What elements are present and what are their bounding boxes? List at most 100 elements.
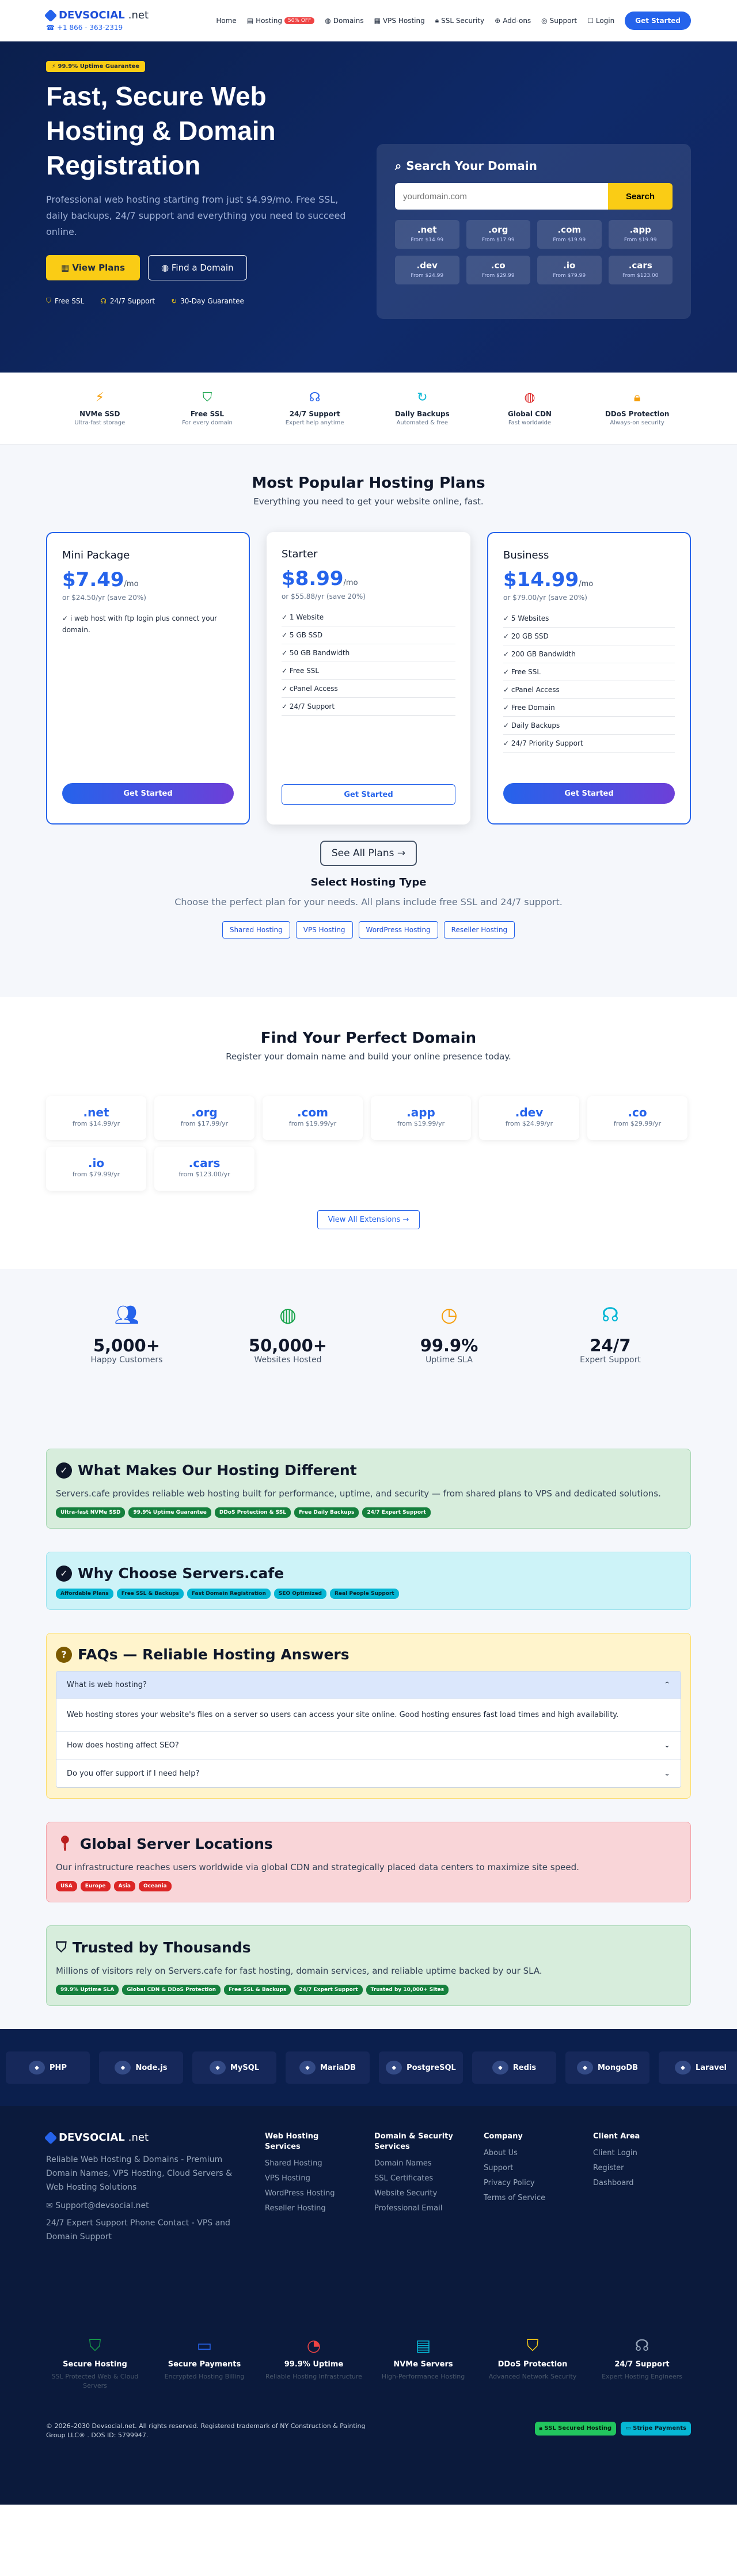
domains-subtitle: Register your domain name and build your…: [226, 1051, 511, 1062]
footer-link[interactable]: SSL Certificates: [374, 2173, 461, 2184]
box-title: ✓ Why Choose Servers.cafe: [56, 1565, 681, 1582]
footer-link[interactable]: VPS Hosting: [265, 2173, 351, 2184]
footer-link[interactable]: Dashboard: [593, 2178, 679, 2189]
extension-cell[interactable]: .net From $14.99: [395, 220, 459, 249]
search-button[interactable]: Search: [608, 183, 673, 210]
view-all-extensions-button[interactable]: View All Extensions →: [317, 1210, 420, 1229]
footer-email[interactable]: ✉ Support@devsocial.net: [46, 2199, 242, 2213]
domain-card[interactable]: .cars from $123.00/yr: [154, 1147, 254, 1191]
footer-link[interactable]: WordPress Hosting: [265, 2188, 351, 2199]
see-all-plans-button[interactable]: See All Plans →: [320, 841, 417, 866]
postgresql-icon: ◆: [386, 2061, 402, 2075]
nav-vps[interactable]: ▦ VPS Hosting: [374, 17, 425, 25]
feature-strip-row: ⚡︎ NVMe SSD Ultra-fast storage ⛉ Free SSL For…: [46, 390, 691, 427]
shield-icon: ⛉: [202, 390, 212, 405]
plan-price: $8.99/mo: [282, 567, 455, 590]
extension-name: .dev: [416, 260, 438, 271]
nav-label: Support: [549, 16, 578, 25]
domain-cards: .net from $14.99/yr .org from $17.99/yr .com…: [46, 1096, 691, 1191]
plan-feature: ✓ Free SSL: [503, 663, 675, 681]
hosting-different-box: ✓ What Makes Our Hosting Different Server…: [46, 1449, 691, 1529]
faq-question[interactable]: Do you offer support if I need help? ⌄: [56, 1760, 681, 1787]
server-icon: ▤: [246, 16, 254, 25]
footer-link[interactable]: Domain Names: [374, 2158, 461, 2170]
feature-label: 30-Day Guarantee: [180, 297, 244, 305]
faq-question[interactable]: How does hosting affect SEO? ⌄: [56, 1732, 681, 1760]
nav-addons[interactable]: ⊕ Add-ons: [495, 17, 531, 25]
extension-cell[interactable]: .co From $29.99: [466, 256, 530, 284]
domain-card[interactable]: .net from $14.99/yr: [46, 1096, 146, 1140]
extension-cell[interactable]: .com From $19.99: [537, 220, 602, 249]
stat-item: ◷ 99.9% Uptime SLA: [392, 1304, 507, 1365]
plan-feature: ✓ 5 Websites: [503, 610, 675, 628]
plan-get-started-button[interactable]: Get Started: [62, 783, 234, 804]
view-plans-button[interactable]: ▦ View Plans: [46, 255, 140, 280]
footer-link[interactable]: Support: [484, 2163, 570, 2174]
footer-link[interactable]: Website Security: [374, 2188, 461, 2199]
nav-domains[interactable]: ◍ Domains: [325, 17, 363, 25]
hosting-type-chip[interactable]: Reseller Hosting: [443, 921, 515, 939]
stats-row: 👥︎ 5,000+ Happy Customers ◍ 50,000+ Websites …: [46, 1304, 691, 1365]
faq-question[interactable]: What is web hosting? ⌃: [56, 1671, 681, 1699]
hosting-type-chip[interactable]: VPS Hosting: [295, 921, 353, 939]
footer-column-title: Domain & Security Services: [374, 2132, 453, 2151]
hero-title: Fast, Secure Web Hosting & Domain Regist…: [46, 81, 276, 180]
domain-card[interactable]: .org from $17.99/yr: [154, 1096, 254, 1140]
find-domain-button[interactable]: ◍ Find a Domain: [148, 255, 247, 280]
domain-card[interactable]: .co from $29.99/yr: [587, 1096, 687, 1140]
extension-cell[interactable]: .org From $17.99: [466, 220, 530, 249]
footer-link[interactable]: Client Login: [593, 2148, 679, 2159]
domain-price: from $24.99/yr: [505, 1120, 553, 1127]
hosting-type-chip[interactable]: WordPress Hosting: [358, 921, 438, 939]
domain-ext: .net: [83, 1105, 109, 1119]
nav-hosting[interactable]: ▤ Hosting 50% OFF: [247, 17, 315, 25]
price-value: $7.49: [62, 568, 124, 591]
domain-card[interactable]: .com from $19.99/yr: [263, 1096, 363, 1140]
tech-card: ◆ Redis: [472, 2051, 556, 2084]
phone-link[interactable]: ☎ +1 866 - 363-2319: [46, 24, 149, 32]
domain-card[interactable]: .dev from $24.99/yr: [479, 1096, 579, 1140]
get-started-button[interactable]: Get Started: [625, 11, 691, 30]
shield-icon: ⛉: [89, 2336, 101, 2355]
extension-cell[interactable]: .app From $19.99: [608, 220, 673, 249]
nav-label: SSL Security: [441, 16, 485, 25]
footer-link[interactable]: Privacy Policy: [484, 2178, 570, 2189]
footer-link[interactable]: Register: [593, 2163, 679, 2174]
refresh-icon: ↻: [417, 390, 428, 405]
hosting-type-chip[interactable]: Shared Hosting: [222, 921, 290, 939]
nav-support[interactable]: ◎ Support: [541, 17, 577, 25]
plan-get-started-button[interactable]: Get Started: [503, 783, 675, 804]
footer-link[interactable]: Professional Email: [374, 2203, 461, 2214]
nav-login[interactable]: ☐ Login: [587, 17, 614, 25]
brand-name: DEVSOCIAL: [59, 2132, 125, 2144]
footer-link[interactable]: Shared Hosting: [265, 2158, 351, 2170]
nav-ssl[interactable]: 🔒︎ SSL Security: [435, 16, 484, 25]
tag-list: Ultra-fast NVMe SSD 99.9% Uptime Guarante…: [56, 1507, 681, 1518]
hero-feature: ☊ 24/7 Support: [100, 297, 155, 305]
extension-cell[interactable]: .dev From $24.99: [395, 256, 459, 284]
footer-logo[interactable]: DEVSOCIAL .net: [44, 2131, 242, 2144]
domain-card[interactable]: .app from $19.99/yr: [371, 1096, 471, 1140]
extension-cell[interactable]: .io From $79.99: [537, 256, 602, 284]
extension-price: From $19.99: [553, 237, 586, 243]
feature-sub: Ultra-fast storage: [74, 419, 126, 426]
check-circle-icon: ✓: [56, 1565, 72, 1582]
plan-get-started-button[interactable]: Get Started: [282, 784, 455, 805]
domain-price: from $17.99/yr: [180, 1120, 229, 1127]
footer-link[interactable]: Terms of Service: [484, 2193, 570, 2204]
domain-card[interactable]: .io from $79.99/yr: [46, 1147, 146, 1191]
trust-title: Secure Payments: [168, 2360, 241, 2369]
nav-home[interactable]: Home: [216, 17, 236, 25]
uptime-badge: ⚡ 99.9% Uptime Guarantee: [46, 61, 146, 72]
headset-icon: ☊: [100, 297, 107, 305]
footer-columns: DEVSOCIAL .net Reliable Web Hosting & Dom…: [44, 2131, 691, 2244]
domain-search-input[interactable]: [395, 183, 608, 210]
extension-cell[interactable]: .cars From $123.00: [608, 256, 673, 284]
domain-price: from $79.99/yr: [72, 1171, 120, 1178]
tag: Fast Domain Registration: [187, 1589, 271, 1599]
phone-number: +1 866 - 363-2319: [56, 24, 123, 32]
footer-link[interactable]: Reseller Hosting: [265, 2203, 351, 2214]
site-logo[interactable]: DEVSOCIAL .net: [44, 9, 149, 22]
footer-link[interactable]: About Us: [484, 2148, 570, 2159]
site-header: DEVSOCIAL .net ☎ +1 866 - 363-2319 Home ▤ H…: [0, 0, 737, 41]
